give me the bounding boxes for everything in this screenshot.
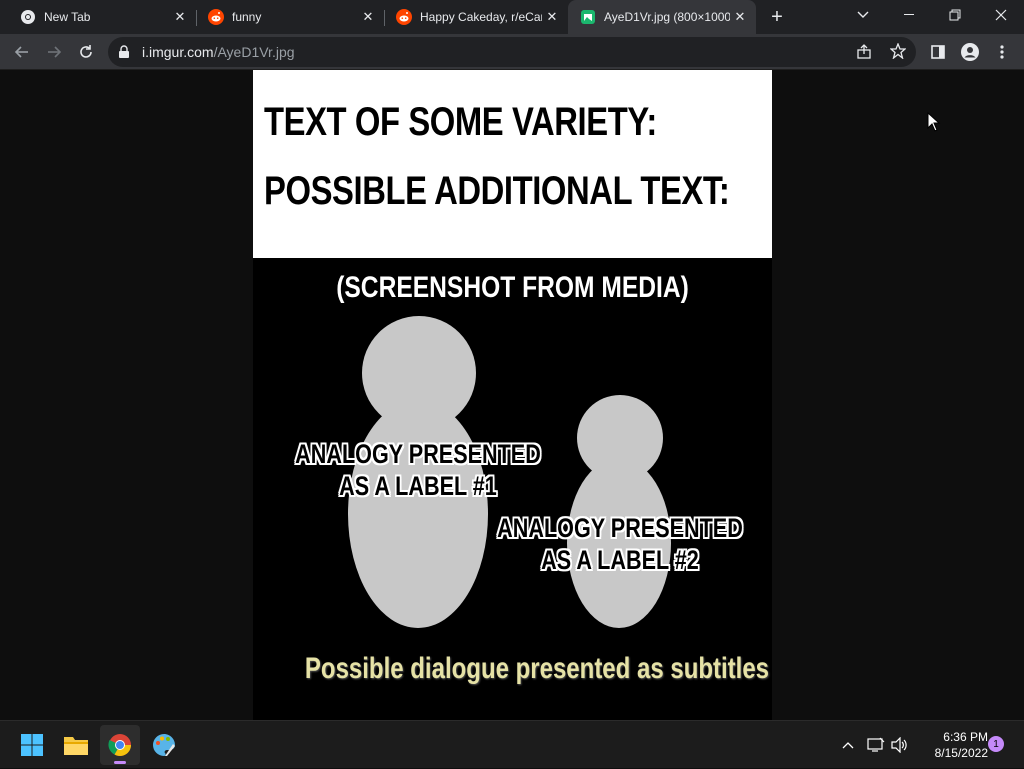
chrome-taskbar-button[interactable] — [100, 725, 140, 765]
figures-illustration — [348, 316, 671, 628]
url-host: i.imgur.com — [142, 44, 214, 60]
minimize-icon — [904, 14, 914, 15]
displayed-image: TEXT OF SOME VARIETY: POSSIBLE ADDITIONA… — [253, 70, 772, 720]
tab-search-button[interactable] — [840, 0, 886, 30]
tab-title: Happy Cakeday, r/eCar — [420, 10, 542, 24]
reddit-icon — [208, 9, 224, 25]
close-tab-icon[interactable]: ✕ — [730, 7, 750, 27]
tab-strip: New Tab ✕ funny ✕ Happy Cakeday, r/eCar … — [0, 0, 1024, 34]
volume-button[interactable] — [888, 721, 912, 769]
analogy-label-1: ANALOGY PRESENTED AS A LABEL #1 — [294, 438, 542, 502]
minimize-button[interactable] — [886, 0, 932, 30]
paint-icon — [153, 734, 175, 756]
show-hidden-icons-button[interactable] — [838, 721, 858, 769]
bookmark-star-icon[interactable] — [889, 42, 907, 64]
reload-icon — [80, 45, 92, 58]
new-tab-button[interactable]: + — [764, 5, 790, 29]
system-clock[interactable]: 6:36 PM 8/15/2022 — [912, 729, 988, 761]
restore-button[interactable] — [932, 0, 978, 30]
chevron-down-icon — [857, 11, 869, 18]
side-panel-icon — [931, 45, 945, 59]
profile-button[interactable] — [956, 38, 984, 66]
label-2-line-1: ANALOGY PRESENTED — [497, 513, 743, 543]
url-text: i.imgur.com/AyeD1Vr.jpg — [142, 44, 295, 60]
page-viewport: TEXT OF SOME VARIETY: POSSIBLE ADDITIONA… — [0, 70, 1024, 720]
chrome-icon — [20, 9, 36, 25]
file-explorer-icon — [64, 737, 88, 755]
tab-title: funny — [232, 10, 262, 24]
network-button[interactable] — [864, 721, 888, 769]
url-path: /AyeD1Vr.jpg — [213, 44, 295, 60]
label-2-line-2: AS A LABEL #2 — [541, 545, 699, 575]
arrow-right-icon — [48, 46, 62, 58]
notification-badge[interactable]: 1 — [988, 736, 1004, 752]
close-tab-icon[interactable]: ✕ — [358, 7, 378, 27]
tab-happy-cakeday[interactable]: Happy Cakeday, r/eCar ✕ — [384, 0, 568, 34]
tab-title: AyeD1Vr.jpg (800×1000 — [604, 10, 730, 24]
close-window-button[interactable] — [978, 0, 1024, 30]
start-button[interactable] — [12, 725, 52, 765]
tab-title: New Tab — [44, 10, 91, 24]
clock-time: 6:36 PM — [943, 730, 988, 744]
label-1-line-2: AS A LABEL #1 — [339, 471, 497, 501]
menu-button[interactable] — [988, 38, 1016, 66]
taskbar: 6:36 PM 8/15/2022 — [0, 720, 1024, 768]
clock-date: 8/15/2022 — [934, 746, 988, 760]
tab-new-tab[interactable]: New Tab ✕ — [8, 0, 196, 34]
chrome-icon — [108, 734, 131, 756]
share-icon[interactable] — [856, 44, 872, 65]
close-tab-icon[interactable]: ✕ — [542, 7, 562, 27]
more-vert-icon — [1000, 45, 1004, 59]
label-1-line-1: ANALOGY PRESENTED — [295, 439, 541, 469]
browser-toolbar: i.imgur.com/AyeD1Vr.jpg — [0, 34, 1024, 70]
close-tab-icon[interactable]: ✕ — [170, 7, 190, 27]
chevron-up-icon — [842, 742, 854, 749]
close-icon — [995, 9, 1007, 21]
address-bar[interactable]: i.imgur.com/AyeD1Vr.jpg — [108, 37, 916, 67]
speaker-icon — [891, 737, 907, 753]
lock-icon — [118, 45, 130, 64]
arrow-left-icon — [14, 46, 28, 58]
subtitle-text: Possible dialogue presented as subtitles — [304, 652, 770, 685]
back-button[interactable] — [8, 38, 36, 66]
tab-funny[interactable]: funny ✕ — [196, 0, 384, 34]
restore-icon — [949, 9, 961, 21]
tab-image-active[interactable]: AyeD1Vr.jpg (800×1000 ✕ — [568, 0, 756, 34]
paint-button[interactable] — [144, 725, 184, 765]
network-icon — [867, 737, 885, 752]
file-explorer-button[interactable] — [56, 725, 96, 765]
reload-button[interactable] — [72, 38, 100, 66]
active-indicator — [114, 761, 126, 764]
mouse-cursor-icon — [927, 112, 941, 132]
reddit-icon — [396, 9, 412, 25]
start-icon — [21, 734, 43, 756]
forward-button[interactable] — [40, 38, 68, 66]
profile-icon — [961, 43, 979, 61]
side-panel-button[interactable] — [924, 38, 952, 66]
imgur-icon — [580, 9, 596, 25]
analogy-label-2: ANALOGY PRESENTED AS A LABEL #2 — [496, 512, 744, 576]
